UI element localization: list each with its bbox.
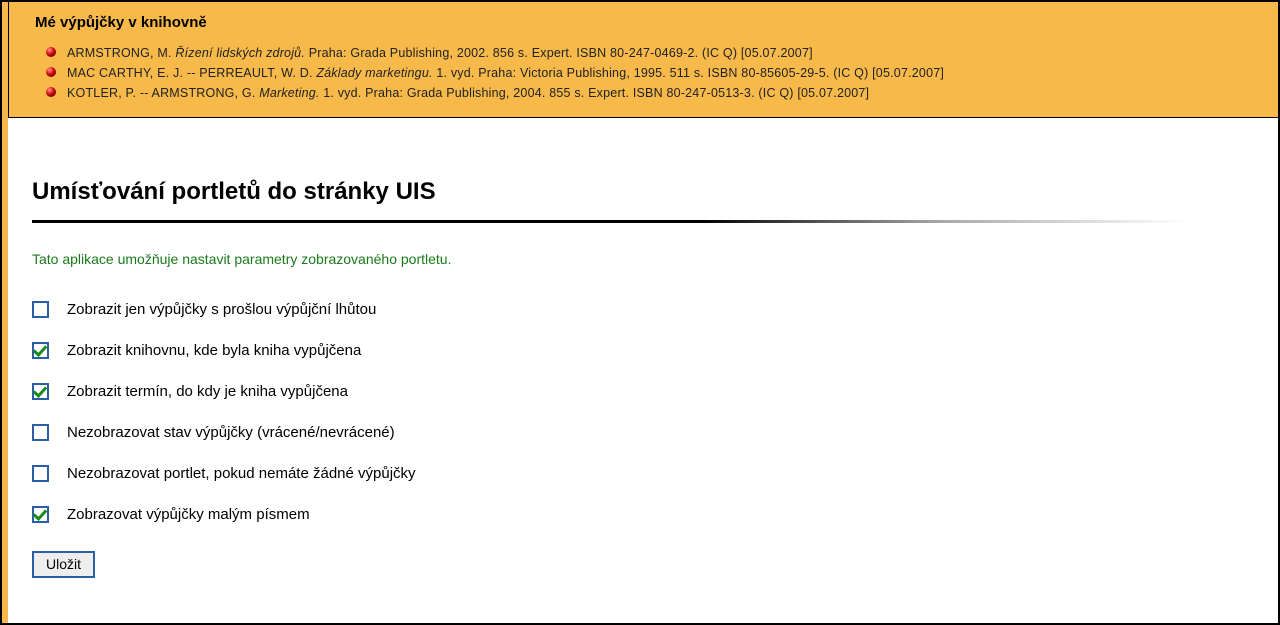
loan-rest: 1. vyd. Praha: Victoria Publishing, 1995… bbox=[433, 66, 944, 80]
options-form: Zobrazit jen výpůjčky s prošlou výpůjční… bbox=[32, 301, 1248, 523]
loan-item: MAC CARTHY, E. J. -- PERREAULT, W. D. Zá… bbox=[45, 63, 1260, 83]
page-title: Umísťování portletů do stránky UIS bbox=[32, 178, 1248, 206]
bullet-icon bbox=[45, 86, 57, 98]
option-label: Zobrazit knihovnu, kde byla kniha vypůjč… bbox=[67, 342, 361, 359]
loan-list: ARMSTRONG, M. Řízení lidských zdrojů. Pr… bbox=[9, 39, 1278, 117]
option-row: Nezobrazovat stav výpůjčky (vrácené/nevr… bbox=[32, 424, 1248, 441]
loan-rest: Praha: Grada Publishing, 2002. 856 s. Ex… bbox=[305, 46, 813, 60]
option-checkbox[interactable] bbox=[32, 465, 49, 482]
loan-item: ARMSTRONG, M. Řízení lidských zdrojů. Pr… bbox=[45, 43, 1260, 63]
option-row: Zobrazit termín, do kdy je kniha vypůjče… bbox=[32, 383, 1248, 400]
loans-portlet: Mé výpůjčky v knihovně ARMSTRONG, M. Říz… bbox=[8, 2, 1278, 118]
option-row: Zobrazovat výpůjčky malým písmem bbox=[32, 506, 1248, 523]
loan-title: Základy marketingu. bbox=[316, 66, 432, 80]
content-area: Umísťování portletů do stránky UIS Tato … bbox=[8, 148, 1278, 578]
intro-text: Tato aplikace umožňuje nastavit parametr… bbox=[32, 251, 1248, 267]
loan-author: KOTLER, P. -- ARMSTRONG, G. bbox=[67, 86, 259, 100]
option-label: Zobrazit jen výpůjčky s prošlou výpůjční… bbox=[67, 301, 376, 318]
bullet-icon bbox=[45, 46, 57, 58]
option-row: Zobrazit knihovnu, kde byla kniha vypůjč… bbox=[32, 342, 1248, 359]
option-label: Zobrazit termín, do kdy je kniha vypůjče… bbox=[67, 383, 348, 400]
option-checkbox[interactable] bbox=[32, 506, 49, 523]
loan-author: ARMSTRONG, M. bbox=[67, 46, 175, 60]
option-label: Nezobrazovat portlet, pokud nemáte žádné… bbox=[67, 465, 416, 482]
option-row: Nezobrazovat portlet, pokud nemáte žádné… bbox=[32, 465, 1248, 482]
option-label: Zobrazovat výpůjčky malým písmem bbox=[67, 506, 310, 523]
option-checkbox[interactable] bbox=[32, 342, 49, 359]
loan-item: KOTLER, P. -- ARMSTRONG, G. Marketing. 1… bbox=[45, 83, 1260, 103]
loan-title: Řízení lidských zdrojů. bbox=[175, 46, 305, 60]
loan-author: MAC CARTHY, E. J. -- PERREAULT, W. D. bbox=[67, 66, 316, 80]
loan-title: Marketing. bbox=[259, 86, 319, 100]
heading-divider bbox=[32, 220, 1248, 223]
option-label: Nezobrazovat stav výpůjčky (vrácené/nevr… bbox=[67, 424, 395, 441]
save-button[interactable]: Uložit bbox=[32, 551, 95, 578]
option-checkbox[interactable] bbox=[32, 301, 49, 318]
portlet-title: Mé výpůjčky v knihovně bbox=[9, 2, 1278, 39]
app-window: Mé výpůjčky v knihovně ARMSTRONG, M. Říz… bbox=[0, 0, 1280, 625]
loan-rest: 1. vyd. Praha: Grada Publishing, 2004. 8… bbox=[320, 86, 870, 100]
option-checkbox[interactable] bbox=[32, 424, 49, 441]
option-checkbox[interactable] bbox=[32, 383, 49, 400]
option-row: Zobrazit jen výpůjčky s prošlou výpůjční… bbox=[32, 301, 1248, 318]
bullet-icon bbox=[45, 66, 57, 78]
